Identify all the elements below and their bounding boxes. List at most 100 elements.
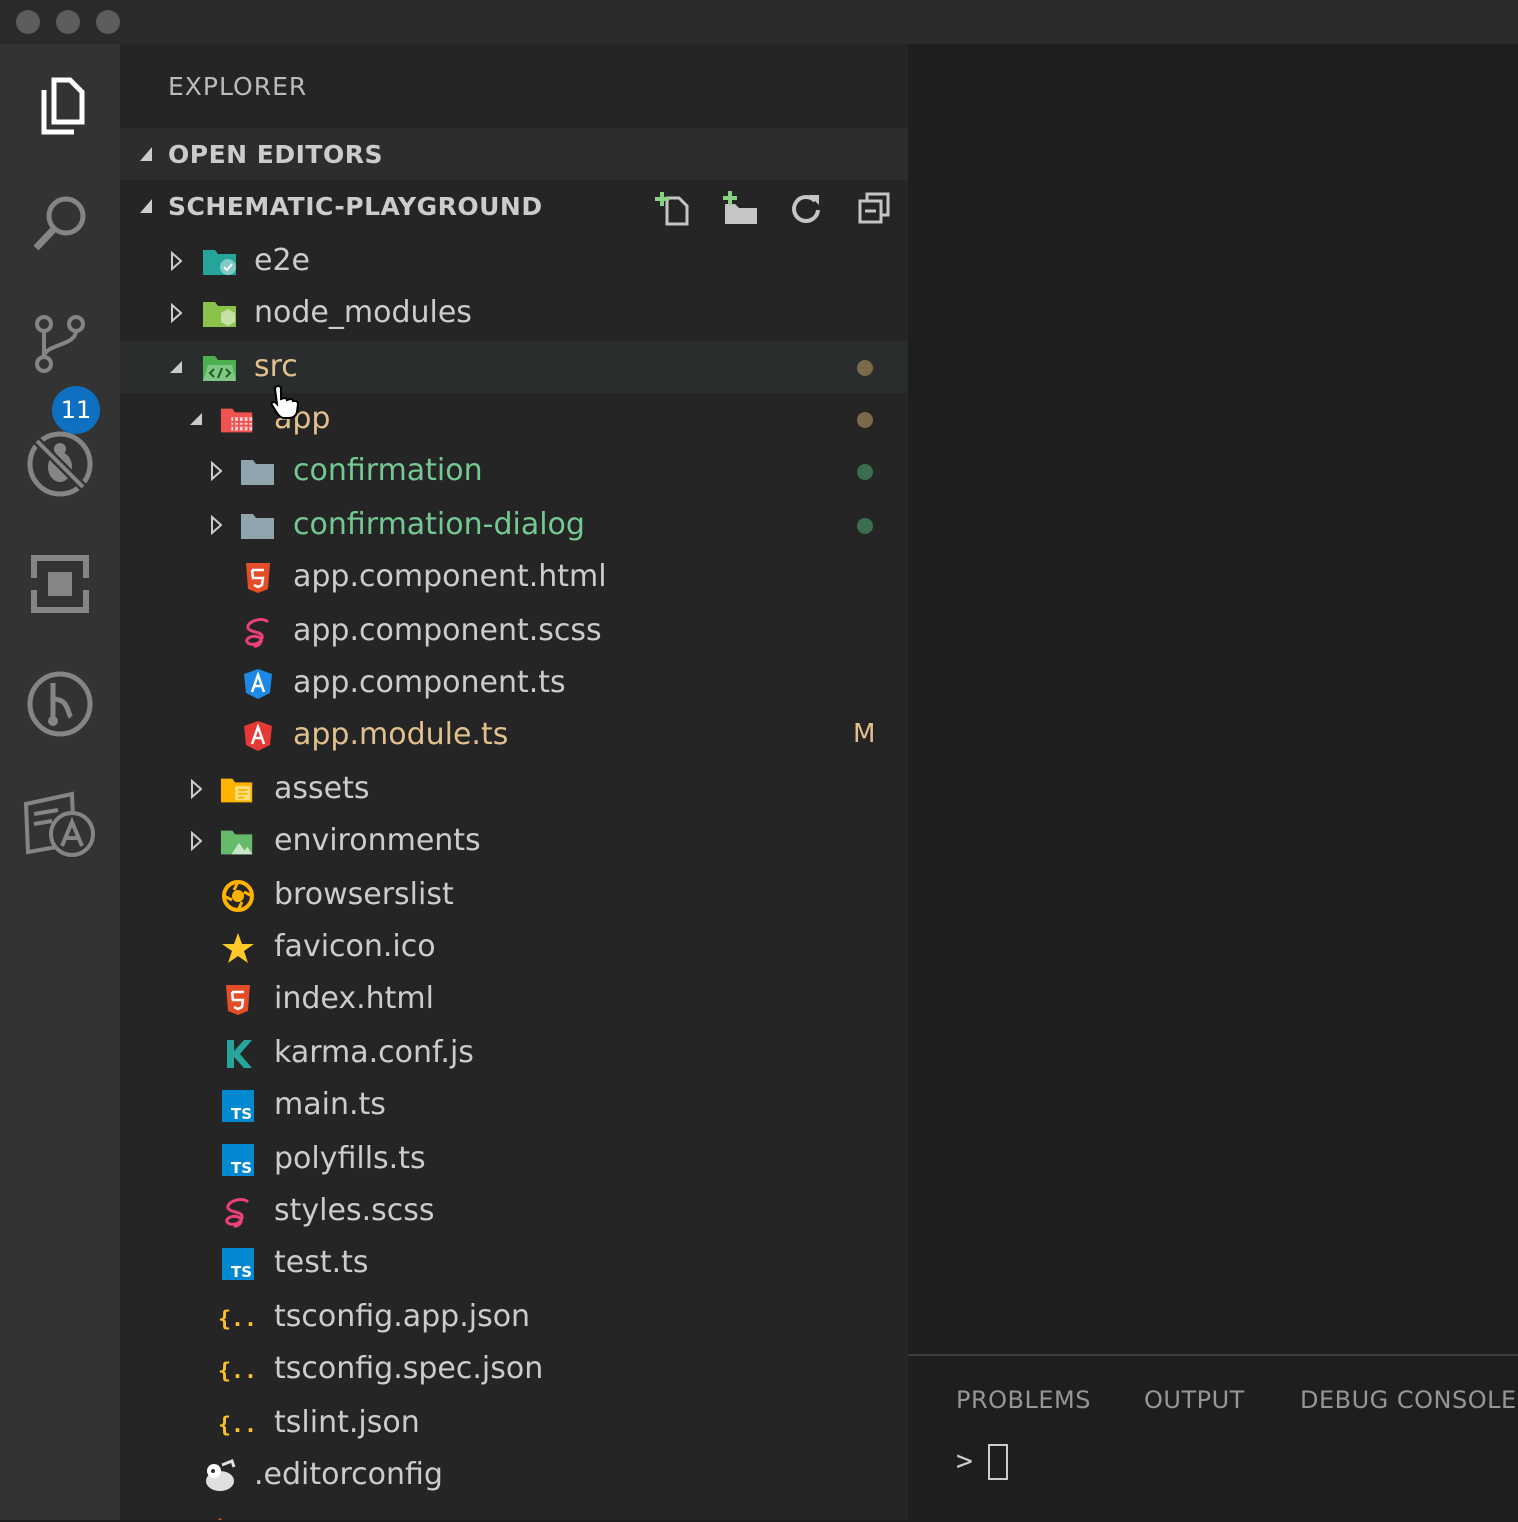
tree-row-index-html[interactable]: index.html [120, 973, 908, 1025]
json-icon: {..} [218, 1353, 254, 1387]
tree-label: confirmation-dialog [293, 507, 585, 542]
tree-row-assets[interactable]: assets [120, 763, 908, 815]
minimize-window-button[interactable] [56, 10, 80, 34]
source-control-icon[interactable] [20, 304, 100, 384]
tree-label: app.component.scss [293, 613, 602, 648]
folder-src-icon [202, 351, 238, 385]
tree-label: karma.conf.js [274, 1035, 474, 1070]
refresh-icon[interactable] [786, 190, 826, 226]
tree-label: app.component.html [293, 559, 607, 594]
svg-text:TS: TS [231, 1105, 252, 1123]
svg-text:{..}: {..} [218, 1307, 254, 1332]
console-prompt: > [956, 1444, 973, 1477]
mouse-pointer-icon [270, 384, 300, 424]
tab-debug-console[interactable]: DEBUG CONSOLE [1300, 1386, 1517, 1414]
explorer-icon[interactable] [20, 66, 100, 146]
typescript-icon: TS [220, 1143, 256, 1177]
untracked-dot [857, 518, 873, 534]
tree-row-app-component-html[interactable]: app.component.html [120, 551, 908, 603]
search-icon[interactable] [20, 184, 100, 264]
tree-row-styles-scss[interactable]: styles.scss [120, 1185, 908, 1237]
tab-output[interactable]: OUTPUT [1144, 1386, 1245, 1414]
star-icon [220, 931, 256, 965]
svg-text:{..}: {..} [218, 1359, 254, 1384]
chevron-down-icon [138, 193, 154, 225]
folder-e2e-icon [202, 245, 238, 279]
tree-row-favicon[interactable]: favicon.ico [120, 921, 908, 973]
close-window-button[interactable] [16, 10, 40, 34]
open-editors-header[interactable]: OPEN EDITORS [120, 128, 908, 180]
tab-problems[interactable]: PROBLEMS [956, 1386, 1091, 1414]
new-folder-icon[interactable] [720, 190, 760, 226]
tree-label: main.ts [274, 1087, 386, 1122]
tree-label: tslint.json [274, 1405, 420, 1440]
tree-row-environments[interactable]: environments [120, 815, 908, 867]
tree-label: app.component.ts [293, 665, 566, 700]
tree-label: assets [274, 771, 370, 806]
tree-row-polyfills-ts[interactable]: TS polyfills.ts [120, 1133, 908, 1185]
chevron-right-icon [206, 499, 226, 551]
folder-environment-icon [220, 825, 256, 859]
html5-icon [220, 983, 256, 1017]
modified-dot [857, 360, 873, 376]
tree-row-node-modules[interactable]: node_modules [120, 287, 908, 339]
tree-row-partial [120, 1504, 908, 1520]
angular-component-icon [240, 667, 276, 701]
tree-row-tsconfig-app[interactable]: {..} tsconfig.app.json [120, 1291, 908, 1343]
sass-icon [240, 615, 276, 649]
explorer-sidebar: EXPLORER OPEN EDITORS SCHEMATIC-PLAYGROU… [120, 44, 908, 1520]
tree-row-src[interactable]: src [120, 341, 908, 393]
tree-label: browserslist [274, 877, 454, 912]
tree-label: polyfills.ts [274, 1141, 426, 1176]
tree-label: environments [274, 823, 481, 858]
project-label: SCHEMATIC-PLAYGROUND [168, 192, 543, 221]
tree-row-app[interactable]: app [120, 393, 908, 445]
typescript-icon: TS [220, 1247, 256, 1281]
git-history-icon[interactable] [20, 664, 100, 744]
bottom-panel: PROBLEMS OUTPUT DEBUG CONSOLE > [908, 1354, 1518, 1522]
debug-icon[interactable] [20, 424, 100, 504]
tree-row-test-ts[interactable]: TS test.ts [120, 1237, 908, 1289]
editor-area [908, 44, 1518, 1354]
chevron-right-icon [166, 287, 186, 339]
collapse-all-icon[interactable] [854, 190, 894, 226]
tree-label: e2e [254, 243, 311, 278]
tree-row-editorconfig[interactable]: .editorconfig [120, 1449, 908, 1501]
typescript-icon: TS [220, 1089, 256, 1123]
translate-icon[interactable] [20, 784, 100, 864]
tree-label: index.html [274, 981, 434, 1016]
project-header[interactable]: SCHEMATIC-PLAYGROUND [120, 180, 908, 232]
tree-label: tsconfig.app.json [274, 1299, 531, 1334]
activity-bar: 11 [0, 44, 120, 1520]
tree-label: app.module.ts [293, 717, 509, 752]
tree-row-confirmation-dialog[interactable]: confirmation-dialog [120, 499, 908, 551]
chevron-down-icon [138, 141, 154, 173]
tree-row-tsconfig-spec[interactable]: {..} tsconfig.spec.json [120, 1343, 908, 1395]
extensions-icon[interactable] [20, 544, 100, 624]
folder-assets-icon [220, 773, 256, 807]
tree-row-app-component-ts[interactable]: app.component.ts [120, 657, 908, 709]
tree-row-app-component-scss[interactable]: app.component.scss [120, 605, 908, 657]
tree-row-main-ts[interactable]: TS main.ts [120, 1079, 908, 1131]
modified-status: M [853, 719, 876, 749]
svg-text:TS: TS [231, 1159, 252, 1177]
new-file-icon[interactable] [652, 190, 692, 226]
tree-row-browserslist[interactable]: browserslist [120, 869, 908, 921]
tree-row-confirmation[interactable]: confirmation [120, 445, 908, 497]
maximize-window-button[interactable] [96, 10, 120, 34]
svg-text:TS: TS [231, 1263, 252, 1281]
tree-row-karma[interactable]: karma.conf.js [120, 1027, 908, 1079]
tree-row-e2e[interactable]: e2e [120, 235, 908, 287]
chevron-down-icon [166, 341, 186, 393]
tree-label: favicon.ico [274, 929, 436, 964]
tree-label: test.ts [274, 1245, 369, 1280]
tree-label: node_modules [254, 295, 472, 330]
tree-label: confirmation [293, 453, 483, 488]
browserslist-icon [220, 879, 256, 913]
console-input[interactable] [988, 1444, 1008, 1480]
folder-app-icon [220, 403, 256, 437]
folder-icon [240, 509, 276, 543]
tree-row-tslint[interactable]: {..} tslint.json [120, 1397, 908, 1449]
tree-row-app-module-ts[interactable]: app.module.ts M [120, 709, 908, 761]
explorer-title: EXPLORER [168, 72, 308, 101]
